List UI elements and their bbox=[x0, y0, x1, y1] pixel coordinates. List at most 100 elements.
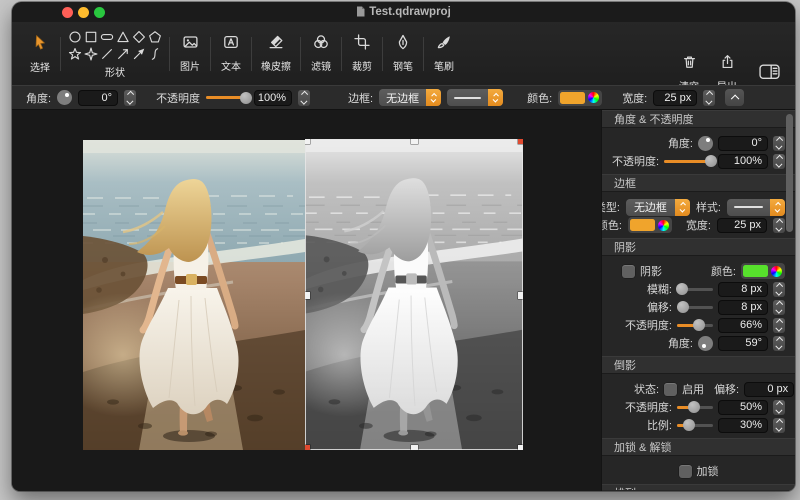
border-style-dropdown[interactable] bbox=[447, 89, 503, 106]
sidebar-opacity-value-field[interactable]: 100% bbox=[718, 154, 768, 169]
sidebar-angle-dial[interactable] bbox=[698, 136, 713, 151]
shadow-offset-stepper[interactable] bbox=[773, 300, 785, 315]
border-color-well[interactable] bbox=[558, 90, 602, 106]
reflection-opacity-slider[interactable] bbox=[677, 406, 713, 409]
dropdown-chevrons-icon bbox=[426, 89, 441, 106]
toggle-sidebar-button[interactable] bbox=[753, 63, 785, 85]
cursor-arrow-icon bbox=[33, 34, 48, 56]
main-toolbar: 选择 形状 bbox=[12, 22, 795, 85]
sidebar-angle-stepper[interactable] bbox=[773, 136, 785, 151]
shadow-blur-stepper[interactable] bbox=[773, 282, 785, 297]
lock-checkbox[interactable] bbox=[679, 465, 692, 478]
shadow-enable-checkbox[interactable] bbox=[622, 265, 635, 278]
toolbar-divider bbox=[423, 37, 424, 71]
collapse-propsbar-button[interactable] bbox=[725, 89, 744, 106]
reflection-scale-stepper[interactable] bbox=[773, 418, 785, 433]
crop-tool-label: 裁剪 bbox=[352, 58, 372, 73]
reflection-scale-slider[interactable] bbox=[677, 424, 713, 427]
shadow-angle-dial[interactable] bbox=[698, 336, 713, 351]
four-point-star-shape-icon[interactable] bbox=[83, 45, 99, 62]
shadow-offset-value-field[interactable]: 8 px bbox=[718, 300, 768, 315]
pentagon-shape-icon[interactable] bbox=[147, 28, 163, 45]
reflection-opacity-value-field[interactable]: 50% bbox=[718, 400, 768, 415]
toolbar-divider bbox=[210, 37, 211, 71]
border-type-dropdown[interactable]: 无边框 bbox=[379, 89, 441, 106]
reflection-offset-label: 偏移: bbox=[714, 381, 739, 397]
photo-color[interactable] bbox=[83, 140, 305, 450]
shadow-offset-slider[interactable] bbox=[677, 306, 713, 309]
ellipse-shape-icon[interactable] bbox=[99, 28, 115, 45]
section-header-angle-opacity: 角度 & 不透明度 bbox=[602, 110, 795, 128]
width-stepper[interactable] bbox=[703, 90, 715, 106]
sidebar-border-width-field[interactable]: 25 px bbox=[717, 218, 767, 233]
document-icon bbox=[356, 4, 365, 24]
color-wheel-icon bbox=[588, 92, 599, 103]
brush-tool-button[interactable]: 笔刷 bbox=[428, 34, 460, 73]
star-shape-icon[interactable] bbox=[67, 45, 83, 62]
shadow-blur-slider[interactable] bbox=[677, 288, 713, 291]
width-label: 宽度: bbox=[622, 90, 647, 106]
pen-tool-button[interactable]: 钢笔 bbox=[387, 34, 419, 73]
sidebar-border-color-well[interactable] bbox=[628, 217, 672, 233]
shadow-blur-value-field[interactable]: 8 px bbox=[718, 282, 768, 297]
sidebar-scrollbar[interactable] bbox=[786, 114, 793, 232]
arrow-shape-icon[interactable] bbox=[115, 45, 131, 62]
triangle-shape-icon[interactable] bbox=[115, 28, 131, 45]
sidebar-border-type-dropdown[interactable]: 无边框 bbox=[626, 199, 690, 216]
shadow-angle-value-field[interactable]: 59° bbox=[718, 336, 768, 351]
drawing-canvas[interactable] bbox=[12, 110, 601, 491]
opacity-slider[interactable] bbox=[206, 96, 248, 99]
diamond-shape-icon[interactable] bbox=[131, 28, 147, 45]
square-shape-icon[interactable] bbox=[83, 28, 99, 45]
circle-shape-icon[interactable] bbox=[67, 28, 83, 45]
line-style-preview bbox=[734, 206, 763, 208]
width-value-field[interactable]: 25 px bbox=[653, 90, 697, 106]
shadow-opacity-value-field[interactable]: 66% bbox=[718, 318, 768, 333]
trash-icon bbox=[682, 54, 697, 75]
reflection-opacity-stepper[interactable] bbox=[773, 400, 785, 415]
color-chip bbox=[630, 219, 655, 231]
select-tool-button[interactable]: 选择 bbox=[24, 34, 56, 74]
shadow-color-well[interactable] bbox=[741, 263, 785, 279]
opacity-value-field[interactable]: 100% bbox=[254, 90, 292, 106]
filled-arrow-shape-icon[interactable] bbox=[131, 45, 147, 62]
window-title: Test.qdrawproj bbox=[12, 2, 795, 22]
angle-dial[interactable] bbox=[57, 90, 72, 105]
image-tool-button[interactable]: 图片 bbox=[174, 34, 206, 73]
sidebar-panel-icon bbox=[759, 63, 780, 85]
reflection-scale-value-field[interactable]: 30% bbox=[718, 418, 768, 433]
opacity-stepper[interactable] bbox=[298, 90, 310, 106]
sidebar-angle-value-field[interactable]: 0° bbox=[718, 136, 768, 151]
app-window: Test.qdrawproj 选择 bbox=[12, 2, 795, 491]
shadow-opacity-stepper[interactable] bbox=[773, 318, 785, 333]
sidebar-border-style-dropdown[interactable] bbox=[727, 199, 785, 216]
section-header-partial: 排列 bbox=[602, 484, 795, 490]
text-icon bbox=[223, 34, 239, 55]
angle-value-field[interactable]: 0° bbox=[78, 90, 118, 106]
shadow-angle-stepper[interactable] bbox=[773, 336, 785, 351]
text-tool-button[interactable]: 文本 bbox=[215, 34, 247, 73]
shadow-color-label: 颜色: bbox=[711, 263, 736, 279]
shadow-opacity-slider[interactable] bbox=[677, 324, 713, 327]
photo-grayscale-selected[interactable] bbox=[305, 139, 523, 450]
beach-photo-illustration-grayscale bbox=[305, 139, 523, 450]
sidebar-opacity-stepper[interactable] bbox=[773, 154, 785, 169]
filter-tool-button[interactable]: 滤镜 bbox=[305, 34, 337, 73]
crop-tool-button[interactable]: 裁剪 bbox=[346, 34, 378, 73]
image-tool-label: 图片 bbox=[180, 58, 200, 73]
reflection-enable-label: 启用 bbox=[682, 381, 704, 397]
curve-shape-icon[interactable] bbox=[147, 45, 163, 62]
eraser-tool-button[interactable]: 橡皮擦 bbox=[256, 34, 296, 73]
sidebar-border-width-stepper[interactable] bbox=[773, 218, 785, 233]
toolbar-divider bbox=[60, 37, 61, 71]
color-chip bbox=[743, 265, 768, 277]
reflection-offset-value-field[interactable]: 0 px bbox=[744, 382, 794, 397]
color-wheel-icon bbox=[771, 266, 782, 277]
sidebar-opacity-slider[interactable] bbox=[664, 160, 713, 163]
shapes-group: 形状 bbox=[67, 28, 163, 79]
line-shape-icon[interactable] bbox=[99, 45, 115, 62]
pen-icon bbox=[395, 34, 411, 55]
reflection-enable-checkbox[interactable] bbox=[664, 383, 677, 396]
color-wheel-icon bbox=[658, 220, 669, 231]
angle-stepper[interactable] bbox=[124, 90, 136, 106]
